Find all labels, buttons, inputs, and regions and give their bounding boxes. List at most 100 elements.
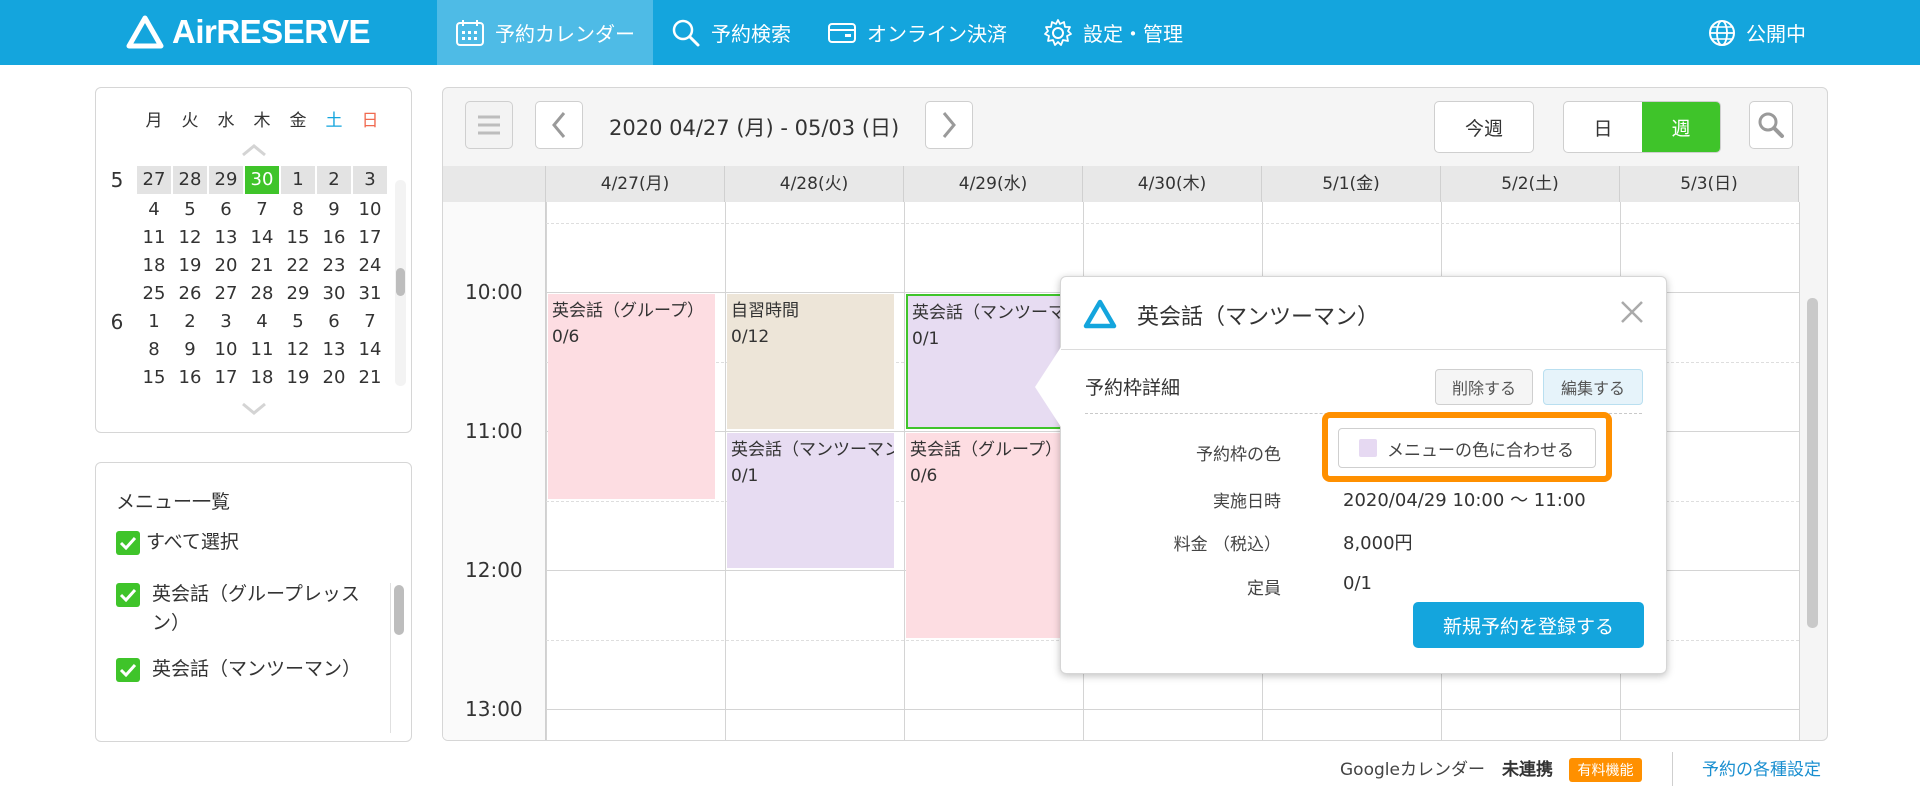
mini-calendar-day[interactable]: 13	[208, 224, 244, 252]
mini-calendar-day[interactable]: 4	[244, 308, 280, 336]
new-booking-button[interactable]: 新規予約を登録する	[1413, 602, 1644, 648]
public-status[interactable]: 公開中	[1708, 0, 1806, 65]
mini-calendar-day[interactable]: 19	[172, 252, 208, 280]
menu-item-one-on-one[interactable]: 英会話（マンツーマン）	[116, 655, 366, 684]
mini-calendar-day[interactable]: 15	[280, 224, 316, 252]
booking-settings-link[interactable]: 予約の各種設定	[1702, 758, 1821, 782]
nav-online-payment[interactable]: オンライン決済	[809, 0, 1025, 65]
calendar-search-button[interactable]	[1749, 101, 1793, 149]
mini-calendar-day[interactable]: 26	[172, 280, 208, 308]
mini-calendar-day[interactable]: 3	[353, 166, 387, 194]
mini-calendar-day[interactable]: 17	[352, 224, 388, 252]
mini-calendar-day[interactable]: 8	[136, 336, 172, 364]
mini-calendar-day[interactable]: 28	[244, 280, 280, 308]
mini-calendar-day[interactable]: 6	[316, 308, 352, 336]
close-icon[interactable]	[1619, 299, 1645, 325]
mini-calendar-day[interactable]: 3	[208, 308, 244, 336]
chevron-up-icon[interactable]	[241, 143, 267, 157]
mini-calendar-day[interactable]: 5	[280, 308, 316, 336]
prev-week-button[interactable]	[535, 101, 583, 149]
day-column-header[interactable]: 4/28(火)	[725, 166, 904, 202]
mini-calendar-day[interactable]: 20	[316, 364, 352, 386]
day-view-button[interactable]: 日	[1564, 102, 1642, 152]
mini-calendar-day[interactable]: 23	[316, 252, 352, 280]
mini-calendar-day[interactable]: 4	[136, 196, 172, 224]
day-column-header[interactable]: 4/29(水)	[904, 166, 1083, 202]
mini-calendar-day[interactable]: 30	[245, 166, 279, 194]
mini-calendar-day[interactable]: 30	[316, 280, 352, 308]
select-all-checkbox[interactable]: すべて選択	[116, 528, 239, 557]
mini-calendar-day[interactable]: 2	[172, 308, 208, 336]
menu-item-group-lesson[interactable]: 英会話（グループレッスン）	[116, 580, 366, 638]
mini-calendar-day[interactable]: 16	[172, 364, 208, 386]
menu-list-scrollbar[interactable]	[390, 583, 406, 733]
day-column-header[interactable]: 5/1(金)	[1262, 166, 1441, 202]
mini-calendar-day[interactable]: 8	[280, 196, 316, 224]
mini-calendar-day[interactable]: 25	[136, 280, 172, 308]
mini-calendar-day[interactable]: 5	[172, 196, 208, 224]
logo[interactable]: AirRESERVE	[126, 12, 370, 52]
mini-calendar-day[interactable]: 19	[280, 364, 316, 386]
mini-calendar-day[interactable]: 11	[244, 336, 280, 364]
booking-slot[interactable]: 英会話（グループ） 0/6	[906, 433, 1073, 638]
mini-calendar-day[interactable]: 29	[280, 280, 316, 308]
menu-toggle-button[interactable]	[465, 101, 513, 149]
mini-calendar-day[interactable]: 12	[172, 224, 208, 252]
next-week-button[interactable]	[925, 101, 973, 149]
mini-calendar-day[interactable]: 18	[136, 252, 172, 280]
mini-calendar-day[interactable]: 9	[316, 196, 352, 224]
mini-calendar-day[interactable]: 6	[208, 196, 244, 224]
mini-calendar-day[interactable]: 18	[244, 364, 280, 386]
mini-calendar-day[interactable]: 9	[172, 336, 208, 364]
mini-calendar-day[interactable]: 21	[352, 364, 388, 386]
menu-list-scroll-thumb[interactable]	[394, 585, 404, 635]
booking-slot[interactable]: 英会話（マンツーマン） 0/1	[727, 433, 894, 569]
calendar-scrollbar[interactable]	[1807, 298, 1818, 628]
edit-button[interactable]: 編集する	[1543, 369, 1643, 405]
footer-divider	[1672, 752, 1673, 786]
mini-calendar-scrollbar[interactable]	[395, 180, 406, 386]
mini-calendar-day[interactable]: 14	[244, 224, 280, 252]
mini-calendar-day[interactable]: 16	[316, 224, 352, 252]
mini-calendar-day[interactable]: 20	[208, 252, 244, 280]
mini-calendar-day[interactable]: 13	[316, 336, 352, 364]
mini-calendar-day[interactable]: 22	[280, 252, 316, 280]
wallet-icon	[828, 22, 856, 43]
mini-calendar-day[interactable]: 15	[136, 364, 172, 386]
day-column-header[interactable]: 4/27(月)	[546, 166, 725, 202]
mini-calendar-day[interactable]: 1	[136, 308, 172, 336]
mini-calendar-day[interactable]: 27	[137, 166, 171, 194]
color-select[interactable]: メニューの色に合わせる	[1338, 428, 1596, 468]
mini-calendar-day[interactable]: 10	[208, 336, 244, 364]
mini-calendar-day[interactable]: 1	[281, 166, 315, 194]
time-label: 12:00	[465, 558, 523, 583]
booking-slot[interactable]: 自習時間 0/12	[727, 294, 894, 430]
mini-calendar-day[interactable]: 21	[244, 252, 280, 280]
mini-calendar-day[interactable]: 2	[317, 166, 351, 194]
mini-calendar-day[interactable]: 29	[209, 166, 243, 194]
day-column-header[interactable]: 4/30(木)	[1083, 166, 1262, 202]
day-column-header[interactable]: 5/3(日)	[1620, 166, 1799, 202]
nav-calendar[interactable]: 予約カレンダー	[437, 0, 653, 65]
delete-button[interactable]: 削除する	[1435, 369, 1533, 405]
nav-search[interactable]: 予約検索	[653, 0, 809, 65]
search-icon	[1758, 112, 1784, 138]
mini-calendar-day[interactable]: 7	[352, 308, 388, 336]
mini-calendar-scroll-thumb[interactable]	[396, 268, 405, 296]
mini-calendar-day[interactable]: 14	[352, 336, 388, 364]
mini-calendar-day[interactable]: 17	[208, 364, 244, 386]
mini-calendar-day[interactable]: 28	[173, 166, 207, 194]
mini-calendar-day[interactable]: 10	[352, 196, 388, 224]
booking-slot[interactable]: 英会話（グループ） 0/6	[548, 294, 715, 499]
week-view-button[interactable]: 週	[1642, 102, 1720, 152]
mini-calendar-day[interactable]: 31	[352, 280, 388, 308]
mini-calendar-day[interactable]: 12	[280, 336, 316, 364]
mini-calendar-day[interactable]: 24	[352, 252, 388, 280]
chevron-down-icon[interactable]	[241, 402, 267, 416]
mini-calendar-day[interactable]: 7	[244, 196, 280, 224]
nav-settings[interactable]: 設定・管理	[1025, 0, 1201, 65]
mini-calendar-day[interactable]: 27	[208, 280, 244, 308]
mini-calendar-day[interactable]: 11	[136, 224, 172, 252]
this-week-button[interactable]: 今週	[1434, 101, 1534, 153]
day-column-header[interactable]: 5/2(土)	[1441, 166, 1620, 202]
